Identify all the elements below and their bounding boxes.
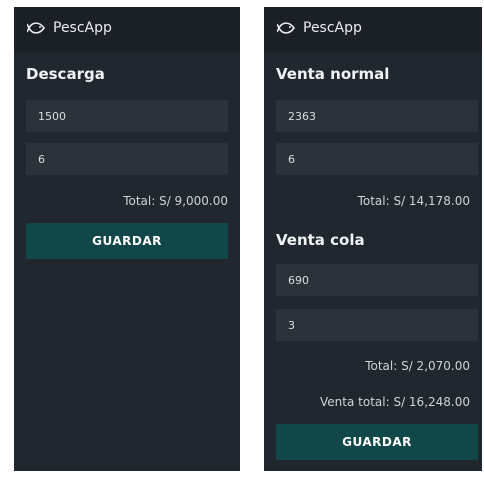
normal-price-input[interactable]: 6 [276, 143, 478, 175]
fish-icon [27, 20, 47, 36]
cola-total-label: Total: S/ 2,070.00 [365, 359, 470, 373]
app-title: PescApp [303, 20, 362, 36]
normal-total-label: Total: S/ 14,178.00 [357, 194, 470, 208]
app-title: PescApp [53, 20, 112, 36]
app-bar: PescApp [14, 7, 240, 49]
normal-quantity-input[interactable]: 2363 [276, 100, 478, 132]
section-title-descarga: Descarga [26, 65, 105, 83]
phone-screen-descarga: PescApp Descarga 1500 6 Total: S/ 9,000.… [14, 7, 240, 471]
quantity-input[interactable]: 1500 [26, 100, 228, 132]
cola-quantity-input[interactable]: 690 [276, 264, 478, 296]
price-input[interactable]: 6 [26, 143, 228, 175]
cola-price-input[interactable]: 3 [276, 309, 478, 341]
guardar-button[interactable]: GUARDAR [26, 223, 228, 259]
guardar-button[interactable]: GUARDAR [276, 424, 478, 460]
section-title-venta-normal: Venta normal [276, 65, 390, 83]
section-title-venta-cola: Venta cola [276, 231, 365, 249]
phone-screen-venta: PescApp Venta normal 2363 6 Total: S/ 14… [264, 7, 482, 471]
app-bar: PescApp [264, 7, 482, 49]
total-label: Total: S/ 9,000.00 [123, 194, 228, 208]
fish-icon [277, 20, 297, 36]
grand-total-label: Venta total: S/ 16,248.00 [320, 395, 470, 409]
